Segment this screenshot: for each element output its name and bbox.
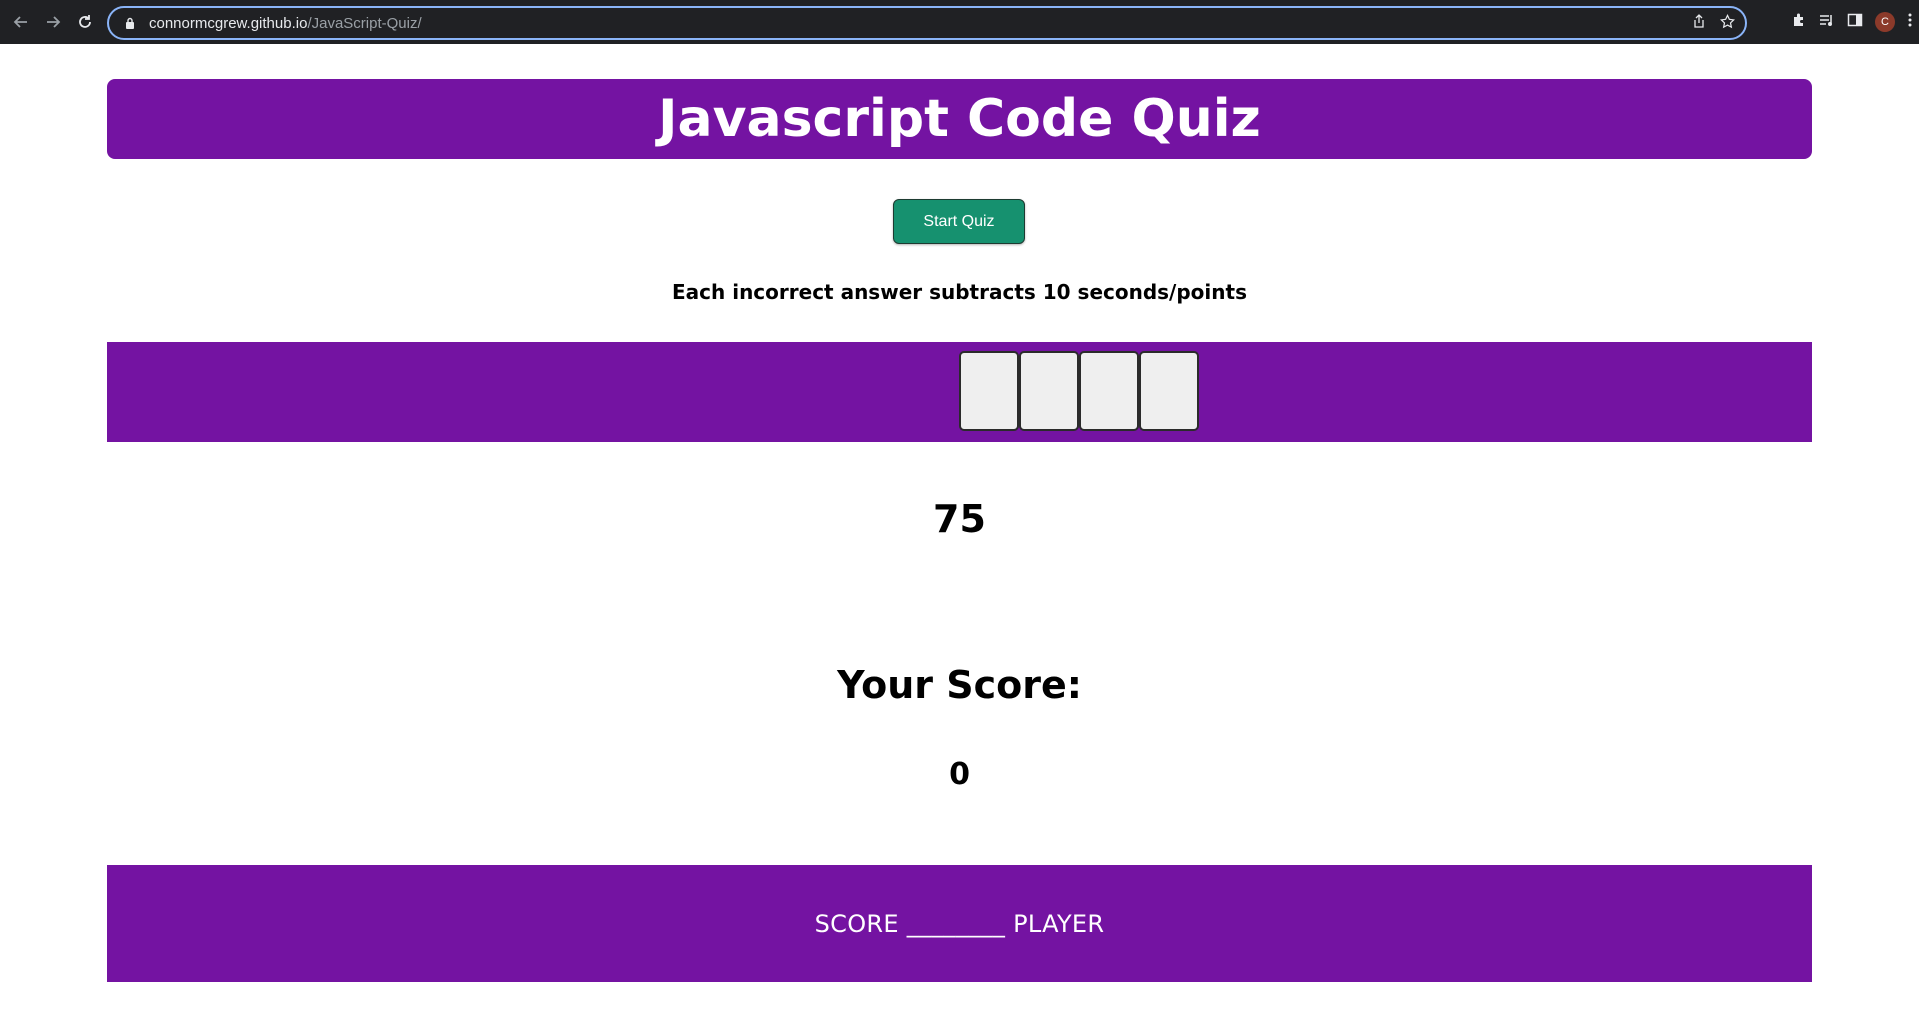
score-value: 0 bbox=[949, 757, 970, 792]
star-icon[interactable] bbox=[1719, 13, 1736, 33]
rules-text: Each incorrect answer subtracts 10 secon… bbox=[672, 280, 1247, 304]
reload-icon[interactable] bbox=[69, 6, 101, 38]
score-heading: Your Score: bbox=[837, 663, 1082, 707]
url-host: connormcgrew.github.io bbox=[149, 14, 308, 32]
scoreboard-bar: SCORE ________ PLAYER bbox=[107, 865, 1812, 982]
extensions-icon[interactable] bbox=[1791, 12, 1807, 32]
page-content: Javascript Code Quiz Start Quiz Each inc… bbox=[0, 44, 1919, 1015]
address-bar[interactable]: connormcgrew.github.io /JavaScript-Quiz/ bbox=[107, 6, 1747, 40]
answer-button-3[interactable] bbox=[1079, 351, 1139, 431]
start-quiz-button[interactable]: Start Quiz bbox=[893, 199, 1025, 244]
page-title: Javascript Code Quiz bbox=[658, 89, 1261, 149]
answer-button-1[interactable] bbox=[959, 351, 1019, 431]
back-icon[interactable] bbox=[5, 6, 37, 38]
share-icon[interactable] bbox=[1692, 14, 1706, 32]
answer-button-4[interactable] bbox=[1139, 351, 1199, 431]
scoreboard-header: SCORE ________ PLAYER bbox=[814, 909, 1105, 938]
answer-button-2[interactable] bbox=[1019, 351, 1079, 431]
browser-toolbar: connormcgrew.github.io /JavaScript-Quiz/… bbox=[0, 0, 1919, 44]
avatar[interactable]: C bbox=[1875, 12, 1895, 32]
timer: 75 bbox=[933, 497, 986, 541]
sidepanel-icon[interactable] bbox=[1847, 12, 1863, 32]
lock-icon bbox=[123, 16, 137, 30]
answer-buttons bbox=[959, 351, 1199, 431]
forward-icon[interactable] bbox=[37, 6, 69, 38]
answer-bar bbox=[107, 342, 1812, 442]
media-icon[interactable] bbox=[1819, 12, 1835, 32]
header-banner: Javascript Code Quiz bbox=[107, 79, 1812, 159]
url-path: /JavaScript-Quiz/ bbox=[307, 14, 422, 32]
menu-icon[interactable] bbox=[1907, 12, 1913, 32]
